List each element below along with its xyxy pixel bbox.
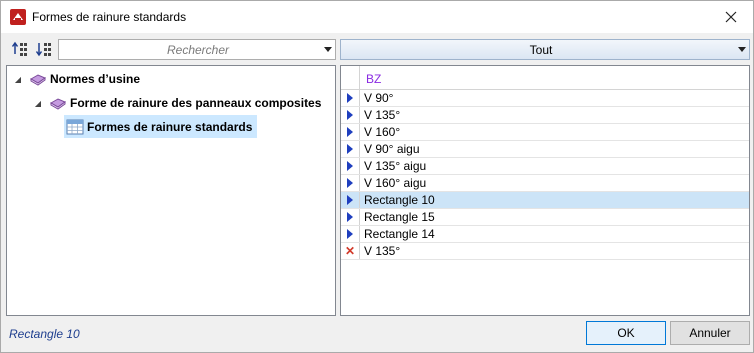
row-header[interactable]	[341, 192, 360, 208]
ok-button[interactable]: OK	[586, 321, 666, 345]
table-icon	[66, 119, 84, 134]
grid-cell-bz[interactable]: V 135°	[364, 244, 400, 258]
chevron-down-icon[interactable]	[738, 47, 746, 52]
row-header[interactable]	[341, 158, 360, 174]
row-header[interactable]	[341, 90, 360, 106]
grid-cell-bz[interactable]: V 160° aigu	[364, 176, 426, 190]
sort-ascending-icon	[11, 41, 27, 56]
tree-item-root[interactable]: ◢ Normes d’usine	[13, 69, 140, 89]
grid-cell-bz[interactable]: Rectangle 10	[364, 193, 435, 207]
delete-mark-icon: ✕	[344, 244, 356, 258]
book-icon	[29, 74, 47, 86]
tree-item-label: Normes d’usine	[50, 72, 141, 86]
grid-cell-bz[interactable]: Rectangle 14	[364, 227, 435, 241]
row-indicator-icon	[347, 178, 353, 188]
table-row[interactable]: V 90°	[341, 90, 749, 107]
row-indicator-icon	[347, 93, 353, 103]
collapse-triangle-icon[interactable]: ◢	[13, 74, 23, 84]
grid-corner[interactable]	[341, 66, 360, 89]
row-indicator-icon	[347, 127, 353, 137]
sort-up-button[interactable]	[9, 38, 31, 60]
grid-cell-bz[interactable]: V 90°	[364, 91, 393, 105]
table-row[interactable]: Rectangle 14	[341, 226, 749, 243]
filter-dropdown[interactable]: Tout	[340, 39, 750, 60]
sort-down-button[interactable]	[33, 38, 55, 60]
row-indicator-icon	[347, 212, 353, 222]
column-header-bz[interactable]: BZ	[366, 72, 381, 86]
grid-cell-bz[interactable]: V 160°	[364, 125, 400, 139]
title-bar: Formes de rainure standards	[1, 1, 753, 33]
table-row[interactable]: Rectangle 15	[341, 209, 749, 226]
tree-item-label: Forme de rainure des panneaux composites	[70, 96, 322, 110]
search-combobox[interactable]	[58, 39, 336, 60]
sort-descending-icon	[35, 43, 51, 57]
row-header[interactable]	[341, 209, 360, 225]
app-logo-icon	[10, 9, 26, 25]
row-header[interactable]: ✕	[341, 243, 360, 259]
tree-item-leaf[interactable]: Formes de rainure standards	[64, 115, 258, 138]
cancel-button[interactable]: Annuler	[670, 321, 750, 345]
table-row[interactable]: ✕ V 135°	[341, 243, 749, 260]
row-header[interactable]	[341, 124, 360, 140]
tree-view[interactable]: ◢ Normes d’usine ◢ Forme de rainure des …	[6, 65, 336, 316]
collapse-triangle-icon[interactable]: ◢	[33, 98, 43, 108]
row-indicator-icon	[347, 144, 353, 154]
table-row[interactable]: V 135°	[341, 107, 749, 124]
row-header[interactable]	[341, 107, 360, 123]
row-indicator-icon	[347, 229, 353, 239]
row-header[interactable]	[341, 141, 360, 157]
table-row[interactable]: V 90° aigu	[341, 141, 749, 158]
table-row[interactable]: V 135° aigu	[341, 158, 749, 175]
row-header[interactable]	[341, 175, 360, 191]
table-row[interactable]: V 160°	[341, 124, 749, 141]
grid-cell-bz[interactable]: Rectangle 15	[364, 210, 435, 224]
table-row[interactable]: Rectangle 10	[341, 192, 749, 209]
tree-item-child[interactable]: ◢ Forme de rainure des panneaux composit…	[33, 93, 322, 113]
chevron-down-icon[interactable]	[324, 47, 332, 52]
grid-cell-bz[interactable]: V 135°	[364, 108, 400, 122]
window-title: Formes de rainure standards	[32, 10, 187, 24]
close-icon	[725, 11, 736, 23]
grid-cell-bz[interactable]: V 135° aigu	[364, 159, 426, 173]
row-indicator-icon	[347, 195, 353, 205]
grid-header: BZ	[341, 66, 749, 90]
table-row[interactable]: V 160° aigu	[341, 175, 749, 192]
filter-value: Tout	[529, 43, 553, 57]
data-grid[interactable]: BZ V 90° V 135° V 160° V 90° aigu V 135° aig…	[340, 65, 750, 316]
book-icon	[49, 98, 67, 110]
dialog-window: Formes de rainure standards Tout	[0, 0, 754, 353]
grid-cell-bz[interactable]: V 90° aigu	[364, 142, 420, 156]
tree-item-label: Formes de rainure standards	[87, 119, 253, 134]
close-button[interactable]	[708, 1, 753, 33]
search-input[interactable]	[59, 40, 317, 59]
row-indicator-icon	[347, 161, 353, 171]
status-text: Rectangle 10	[9, 327, 80, 341]
row-indicator-icon	[347, 110, 353, 120]
row-header[interactable]	[341, 226, 360, 242]
